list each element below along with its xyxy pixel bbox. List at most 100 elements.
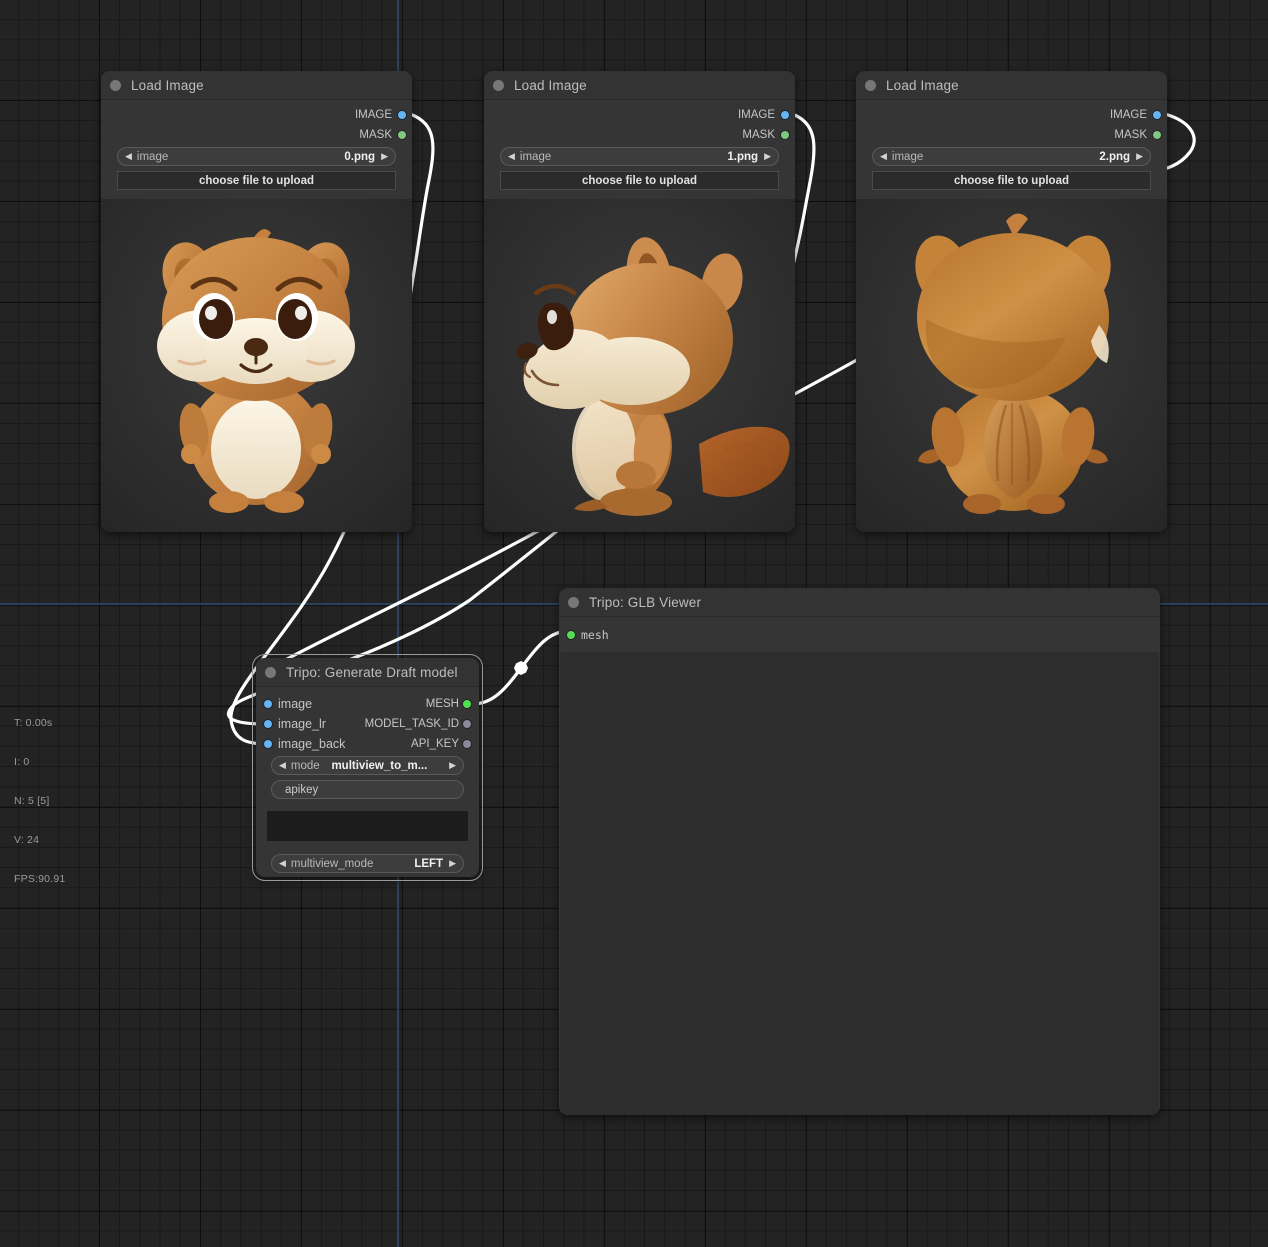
prev-arrow-icon[interactable]: ◀ [880, 152, 887, 161]
slot-row-imagelr-modeltaskid[interactable]: image_lr MODEL_TASK_ID [256, 714, 479, 734]
image-back-input-dot[interactable] [264, 740, 272, 748]
next-arrow-icon[interactable]: ▶ [449, 859, 456, 868]
apikey-placeholder: apikey [285, 783, 319, 796]
node-title-bar[interactable]: Tripo: Generate Draft model [256, 658, 479, 687]
stat-iterations: I: 0 [14, 756, 30, 768]
mesh-input-dot[interactable] [567, 631, 575, 639]
choose-file-to-upload-button[interactable]: choose file to upload [500, 171, 779, 190]
image-output-label: IMAGE [1109, 109, 1147, 121]
upload-button-label: choose file to upload [953, 174, 1069, 187]
input-slot-mesh[interactable]: mesh [559, 624, 1160, 646]
choose-file-to-upload-button[interactable]: choose file to upload [117, 171, 396, 190]
mask-output-dot[interactable] [398, 131, 406, 139]
collapse-circle-icon[interactable] [568, 596, 579, 608]
mask-output-label: MASK [1114, 129, 1147, 141]
multiview-mode-widget-value: LEFT [414, 857, 444, 870]
stat-time: T: 0.00s [14, 717, 53, 729]
image-input-dot[interactable] [264, 700, 272, 708]
node-tripo-glb-viewer[interactable]: Tripo: GLB Viewer mesh [559, 588, 1160, 1115]
mesh-output-label: MESH [425, 698, 459, 710]
collapse-circle-icon[interactable] [265, 666, 276, 678]
image-lr-input-dot[interactable] [264, 720, 272, 728]
next-arrow-icon[interactable]: ▶ [764, 152, 771, 161]
model-task-id-output-dot[interactable] [463, 720, 471, 728]
multiview-mode-widget-name: multiview_mode [290, 857, 374, 870]
model-task-id-output-label: MODEL_TASK_ID [364, 718, 459, 730]
image-input-label: image [278, 697, 313, 711]
node-title-bar[interactable]: Load Image [484, 71, 795, 100]
apikey-input[interactable]: apikey [271, 780, 464, 799]
multiview-mode-combo-widget[interactable]: ◀ multiview_mode LEFT ▶ [271, 854, 464, 873]
mask-output-label: MASK [359, 129, 392, 141]
image-widget-name: image [891, 150, 924, 163]
slot-row-imageback-apikey[interactable]: image_back API_KEY [256, 734, 479, 754]
image-output-dot[interactable] [398, 111, 406, 119]
image-preview-front[interactable] [101, 199, 412, 532]
prev-arrow-icon[interactable]: ◀ [508, 152, 515, 161]
node-title-label: Tripo: GLB Viewer [589, 594, 702, 610]
image-preview-side[interactable] [484, 199, 795, 532]
image-output-label: IMAGE [737, 109, 775, 121]
stat-fps: FPS:90.91 [14, 873, 66, 885]
image-combo-widget[interactable]: ◀ image 2.png ▶ [872, 147, 1151, 166]
image-widget-name: image [519, 150, 552, 163]
next-arrow-icon[interactable]: ▶ [381, 152, 388, 161]
image-output-dot[interactable] [1153, 111, 1161, 119]
next-arrow-icon[interactable]: ▶ [449, 761, 456, 770]
canvas-stats-overlay: T: 0.00s I: 0 N: 5 [5] V: 24 FPS:90.91 [14, 691, 65, 899]
output-slot-mask[interactable]: MASK [856, 125, 1167, 145]
image-lr-input-label: image_lr [278, 717, 326, 731]
mesh-input-label: mesh [581, 628, 609, 642]
image-widget-value: 1.png [727, 150, 759, 163]
node-title-bar[interactable]: Load Image [101, 71, 412, 100]
mask-output-label: MASK [742, 129, 775, 141]
node-tripo-generate-draft-model[interactable]: Tripo: Generate Draft model image MESH i… [252, 654, 483, 881]
stat-nodes: N: 5 [5] [14, 795, 50, 807]
image-back-input-label: image_back [278, 737, 346, 751]
node-load-image-0[interactable]: Load Image IMAGE MASK ◀ image 0.png ▶ ch… [101, 71, 412, 532]
mode-combo-widget[interactable]: ◀ mode multiview_to_m... ▶ [271, 756, 464, 775]
squirrel-side-svg [484, 199, 795, 532]
api-key-output-dot[interactable] [463, 740, 471, 748]
node-title-label: Load Image [131, 77, 204, 93]
image-widget-value: 0.png [344, 150, 376, 163]
node-title-bar[interactable]: Load Image [856, 71, 1167, 100]
mask-output-dot[interactable] [781, 131, 789, 139]
next-arrow-icon[interactable]: ▶ [1136, 152, 1143, 161]
api-key-output-label: API_KEY [411, 738, 459, 750]
prev-arrow-icon[interactable]: ◀ [279, 761, 286, 770]
node-load-image-1[interactable]: Load Image IMAGE MASK ◀ image 1.png ▶ ch… [484, 71, 795, 532]
slot-row-image-mesh[interactable]: image MESH [256, 694, 479, 714]
image-combo-widget[interactable]: ◀ image 1.png ▶ [500, 147, 779, 166]
collapse-circle-icon[interactable] [865, 79, 876, 91]
collapse-circle-icon[interactable] [493, 79, 504, 91]
image-combo-widget[interactable]: ◀ image 0.png ▶ [117, 147, 396, 166]
node-title-label: Load Image [514, 77, 587, 93]
squirrel-front-svg [101, 199, 412, 532]
mesh-output-dot[interactable] [463, 700, 471, 708]
multiline-text-area[interactable] [267, 811, 468, 841]
image-output-dot[interactable] [781, 111, 789, 119]
glb-viewport[interactable] [560, 652, 1159, 1115]
image-preview-back[interactable] [856, 199, 1167, 532]
image-output-label: IMAGE [354, 109, 392, 121]
output-slot-mask[interactable]: MASK [484, 125, 795, 145]
node-title-label: Tripo: Generate Draft model [286, 664, 458, 680]
image-widget-value: 2.png [1099, 150, 1131, 163]
prev-arrow-icon[interactable]: ◀ [125, 152, 132, 161]
node-title-label: Load Image [886, 77, 959, 93]
stat-visible: V: 24 [14, 834, 40, 846]
choose-file-to-upload-button[interactable]: choose file to upload [872, 171, 1151, 190]
mask-output-dot[interactable] [1153, 131, 1161, 139]
output-slot-image[interactable]: IMAGE [856, 105, 1167, 125]
collapse-circle-icon[interactable] [110, 79, 121, 91]
output-slot-mask[interactable]: MASK [101, 125, 412, 145]
prev-arrow-icon[interactable]: ◀ [279, 859, 286, 868]
node-title-bar[interactable]: Tripo: GLB Viewer [559, 588, 1160, 617]
output-slot-image[interactable]: IMAGE [484, 105, 795, 125]
node-load-image-2[interactable]: Load Image IMAGE MASK ◀ image 2.png ▶ ch… [856, 71, 1167, 532]
squirrel-back-svg [856, 199, 1167, 532]
upload-button-label: choose file to upload [198, 174, 314, 187]
image-widget-name: image [136, 150, 169, 163]
output-slot-image[interactable]: IMAGE [101, 105, 412, 125]
